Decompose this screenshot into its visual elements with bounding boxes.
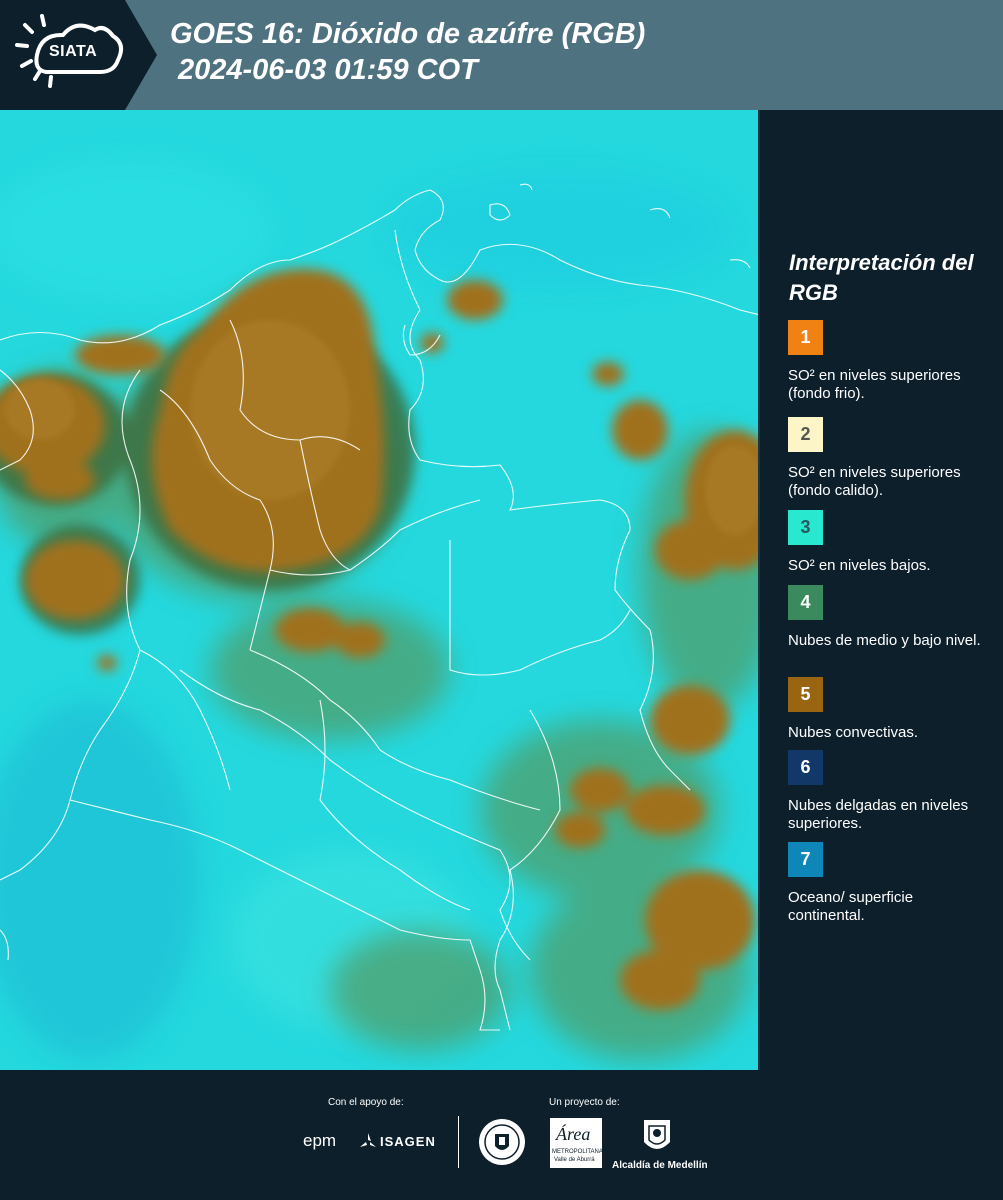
legend-number-5: 5: [800, 684, 811, 704]
legend-number-3: 3: [800, 517, 811, 537]
legend-number-7: 7: [800, 849, 811, 869]
map-image: [0, 110, 760, 1070]
area-logo-sub2: Valle de Aburrá: [554, 1157, 595, 1163]
legend-item-2: 2 SO² en niveles superiores (fondo calid…: [788, 417, 993, 500]
legend-text-4: Nubes de medio y bajo nivel.: [788, 632, 981, 649]
legend-number-1: 1: [800, 327, 811, 347]
shield-icon: [644, 1120, 670, 1149]
legend-number-6: 6: [800, 757, 811, 777]
support-label: Con el apoyo de:: [328, 1097, 404, 1108]
legend-item-6: 6 Nubes delgadas en niveles superiores.: [788, 750, 993, 833]
siata-logo: SIATA: [0, 0, 160, 110]
isagen-icon: [360, 1133, 376, 1147]
medellin-seal: [478, 1118, 526, 1171]
legend-panel: Interpretación del RGB 1 SO² en niveles …: [760, 110, 1003, 1070]
legend-number-4: 4: [800, 592, 811, 612]
footer: Con el apoyo de: Un proyecto de: epm ISA…: [0, 1070, 1003, 1200]
legend-number-2: 2: [800, 424, 811, 444]
legend-swatch-1: 1: [788, 320, 823, 355]
logo-text: SIATA: [49, 43, 98, 60]
satellite-map[interactable]: [0, 110, 760, 1070]
legend-text-5: Nubes convectivas.: [788, 724, 919, 741]
alcaldia-text: Alcaldía de Medellín: [612, 1160, 708, 1171]
area-metropolitana-logo: Área METROPOLITANA Valle de Aburrá: [550, 1118, 603, 1168]
legend-swatch-2: 2: [788, 417, 823, 452]
epm-logo: epm: [303, 1131, 336, 1151]
legend-text-7: Oceano/ superficie continental.: [788, 889, 914, 924]
legend-text-6: Nubes delgadas en niveles superiores.: [788, 797, 969, 832]
header-bar: SIATA GOES 16: Dióxido de azúfre (RGB) 2…: [0, 0, 1003, 110]
legend-swatch-3: 3: [788, 510, 823, 545]
alcaldia-shield: [642, 1118, 672, 1161]
legend-swatch-6: 6: [788, 750, 823, 785]
title-line-1: GOES 16: Dióxido de azúfre (RGB): [170, 18, 646, 50]
legend-text-3: SO² en niveles bajos.: [788, 557, 931, 574]
legend-item-4: 4 Nubes de medio y bajo nivel.: [788, 585, 993, 650]
seal-icon: [479, 1119, 525, 1165]
legend-swatch-5: 5: [788, 677, 823, 712]
project-label: Un proyecto de:: [549, 1097, 620, 1108]
isagen-text: ISAGEN: [380, 1134, 436, 1149]
legend-item-3: 3 SO² en niveles bajos.: [788, 510, 993, 575]
legend-title: Interpretación del RGB: [789, 250, 974, 305]
legend-text-2: SO² en niveles superiores (fondo calido)…: [788, 464, 961, 499]
legend-item-1: 1 SO² en niveles superiores (fondo frio)…: [788, 320, 993, 403]
legend-item-5: 5 Nubes convectivas.: [788, 677, 993, 742]
area-logo-text: Área: [556, 1124, 591, 1144]
legend-item-7: 7 Oceano/ superficie continental.: [788, 842, 993, 925]
legend-swatch-7: 7: [788, 842, 823, 877]
title-line-2: 2024-06-03 01:59 COT: [178, 54, 478, 86]
page-title: GOES 16: Dióxido de azúfre (RGB) 2024-06…: [170, 16, 645, 88]
legend-text-1: SO² en niveles superiores (fondo frio).: [788, 367, 961, 402]
area-logo-sub1: METROPOLITANA: [552, 1149, 603, 1155]
legend-swatch-4: 4: [788, 585, 823, 620]
epm-logo-text: epm: [303, 1131, 337, 1150]
footer-divider: [458, 1116, 459, 1168]
